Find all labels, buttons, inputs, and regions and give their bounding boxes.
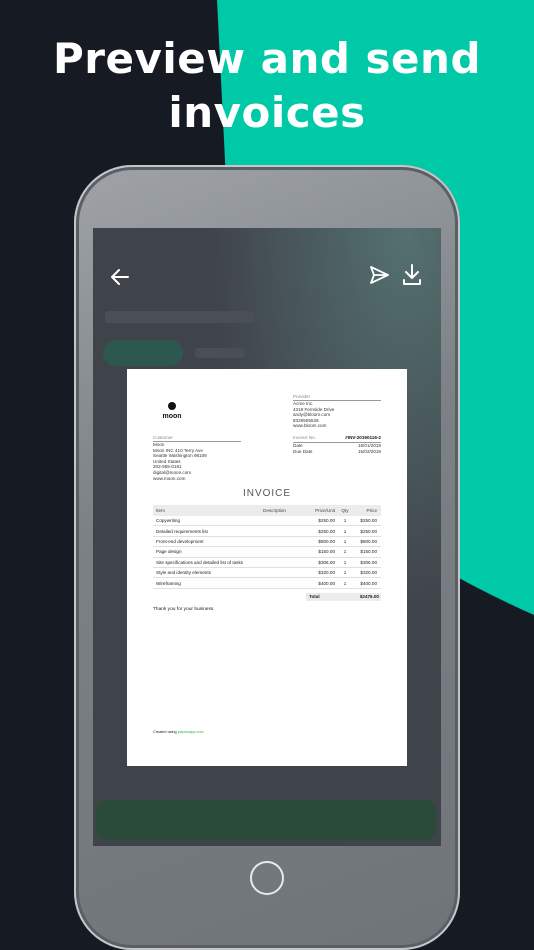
date-row: Date 16/01/2019: [293, 443, 381, 450]
cell-qty: 1: [343, 528, 347, 534]
thank-you-note: Thank you for your business.: [153, 607, 215, 612]
headline: Preview and send invoices: [0, 32, 534, 140]
cell-price-unit: $250.00: [318, 528, 335, 534]
invoice-number-label: Invoice No.: [293, 435, 316, 440]
moon-logo-icon: [168, 402, 176, 410]
blurred-bottom-button: [96, 800, 436, 840]
table-body: Copywriting $250.00 1 $250.00 Detailed requi…: [153, 516, 381, 589]
column-qty: Qty: [341, 508, 349, 513]
created-link[interactable]: paymoapp.com: [178, 730, 204, 734]
cell-price-unit: $320.00: [318, 570, 335, 576]
cell-item: Front-end development: [156, 538, 204, 544]
provider-label: Provider: [293, 394, 381, 401]
headline-line-2: invoices: [168, 88, 366, 137]
due-date-value: 15/02/2019: [358, 449, 381, 455]
company-logo: moon: [157, 402, 187, 420]
date-value: 16/01/2019: [358, 442, 381, 448]
headline-line-1: Preview and send: [52, 34, 482, 83]
cell-price-unit: $400.00: [318, 580, 335, 586]
cell-item: Style and identity elements: [156, 570, 211, 576]
cell-qty: 1: [343, 538, 347, 544]
created-using-footer: Created using paymoapp.com: [153, 730, 204, 734]
cell-item: Copywriting: [156, 518, 180, 524]
total-row: Total $2476.00: [153, 592, 381, 601]
cell-price-unit: $150.00: [318, 549, 335, 555]
logo-text: moon: [162, 413, 182, 420]
table-row: Front-end development $800.00 1 $800.00: [153, 537, 381, 548]
cell-price-unit: $800.00: [318, 538, 335, 544]
cell-item: Wireframing: [156, 580, 181, 586]
cell-price: $320.00: [360, 570, 377, 576]
cell-price: $800.00: [360, 538, 377, 544]
cell-price: $400.00: [360, 580, 377, 586]
invoice-meta: Invoice No. #INV-20190116-2 Date 16/01/2…: [293, 435, 381, 456]
cell-item: Site specifications and detailed list of…: [156, 559, 244, 565]
provider-block: Provider Acme Inc. 4318 Fernside Drive a…: [293, 394, 381, 429]
cell-qty: 1: [343, 549, 347, 555]
table-row: Site specifications and detailed list of…: [153, 558, 381, 568]
blurred-title: [105, 311, 255, 323]
invoice-preview: moon Provider Acme Inc. 4318 Fernside Dr…: [127, 369, 407, 766]
cell-item: Detailed requirements list: [156, 528, 208, 534]
table-row: Copywriting $250.00 1 $250.00: [153, 516, 381, 527]
download-icon[interactable]: [401, 263, 423, 287]
invoice-title: INVOICE: [242, 488, 292, 499]
cell-qty: 1: [343, 570, 347, 576]
blurred-status-pill: [103, 340, 183, 366]
cell-price-unit: $306.00: [318, 559, 335, 565]
column-description: Description: [263, 508, 286, 513]
created-prefix: Created using: [153, 730, 177, 734]
cell-item: Page design: [156, 549, 182, 555]
cell-price-unit: $250.00: [318, 518, 335, 524]
total-box: Total $2476.00: [306, 592, 381, 601]
cell-price: $250.00: [360, 518, 377, 524]
blurred-label: [195, 348, 245, 358]
cell-price: $306.00: [360, 559, 377, 565]
table-row: Page design $150.00 1 $150.00: [153, 547, 381, 558]
send-icon[interactable]: [368, 264, 390, 286]
table-header: Item Description Price/Unit Qty Price: [153, 505, 381, 516]
invoice-number: #INV-20190116-2: [345, 435, 381, 440]
cell-qty: 1: [343, 580, 347, 586]
column-price-unit: Price/Unit: [315, 508, 335, 513]
cell-price: $150.00: [360, 549, 377, 555]
total-value: $2476.00: [359, 594, 379, 600]
customer-line: www.moon.com: [153, 475, 186, 481]
total-label: Total: [309, 594, 320, 600]
cell-qty: 1: [343, 559, 347, 565]
customer-block: Customer Moon Moon INC 410 Terry Ave Sea…: [153, 435, 241, 481]
arrow-left-icon[interactable]: [108, 266, 132, 288]
cell-price: $250.00: [360, 528, 377, 534]
invoice-items-table: Item Description Price/Unit Qty Price Co…: [153, 505, 381, 601]
table-row: Style and identity elements $320.00 1 $320.…: [153, 568, 381, 579]
due-date-label: Due Date: [293, 449, 313, 455]
cell-qty: 1: [343, 518, 347, 524]
customer-label: Customer: [153, 435, 241, 442]
invoice-number-row: Invoice No. #INV-20190116-2: [293, 435, 381, 443]
date-label: Date: [293, 442, 303, 448]
table-row: Detailed requirements list $250.00 1 $250.0…: [153, 526, 381, 537]
home-button[interactable]: [250, 861, 284, 895]
table-row: Wireframing $400.00 1 $400.00: [153, 578, 381, 589]
column-price: Price: [366, 508, 377, 513]
due-date-row: Due Date 15/02/2019: [293, 449, 381, 456]
provider-line: www.bloom.com: [293, 423, 327, 429]
column-item: Item: [156, 508, 165, 513]
